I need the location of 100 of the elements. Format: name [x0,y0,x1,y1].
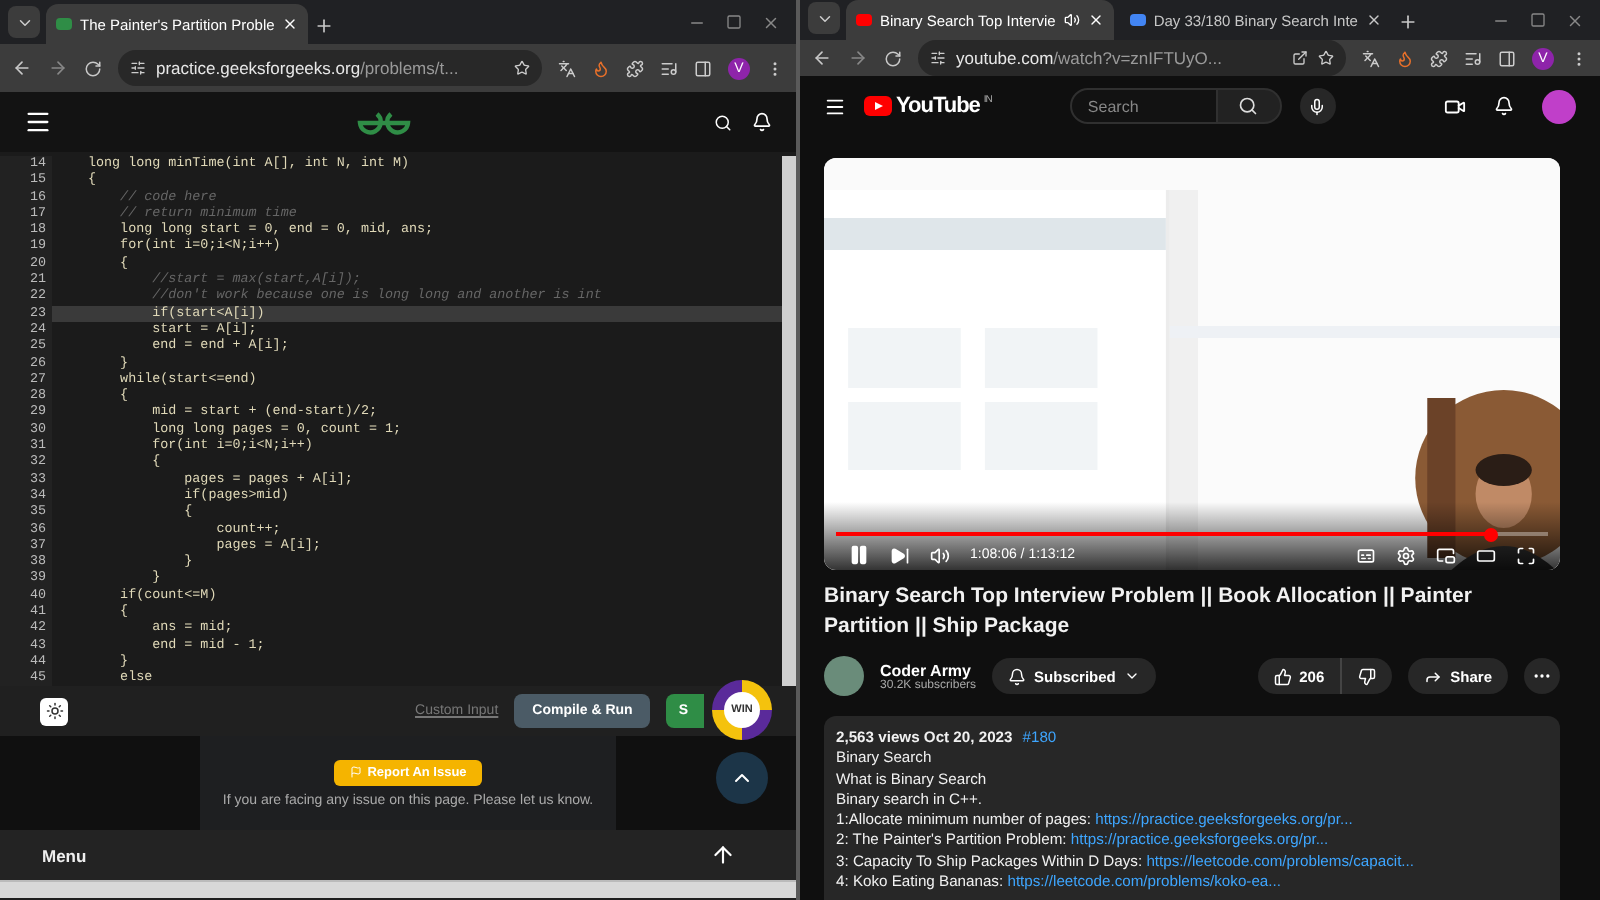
search-button[interactable] [1217,88,1282,124]
volume-button[interactable] [930,545,950,565]
media-list-icon[interactable] [660,59,678,77]
reload-button[interactable] [84,59,102,77]
theater-mode-button[interactable] [1476,545,1496,565]
miniplayer-button[interactable] [1436,545,1456,565]
bookmark-star-icon[interactable] [1318,50,1334,66]
reload-icon [884,49,902,67]
new-tab-button[interactable] [1397,12,1418,32]
theme-toggle-button[interactable] [40,697,68,725]
channel-name[interactable]: Coder Army [880,661,977,679]
new-tab-button[interactable] [314,16,335,36]
bookmark-star-icon[interactable] [514,60,530,76]
pause-icon [848,544,870,566]
menu-icon [824,95,846,117]
sun-icon [45,702,63,720]
forward-button[interactable] [848,48,868,68]
pause-button[interactable] [848,544,870,566]
microphone-icon [1308,97,1327,115]
back-to-top-button[interactable] [710,842,736,868]
site-info-icon[interactable] [130,60,146,76]
reload-button[interactable] [884,49,902,67]
flag-icon [349,766,362,778]
back-button[interactable] [12,58,32,78]
menu-button[interactable] [24,108,52,136]
scrollbar[interactable] [782,156,796,686]
bell-icon [1494,96,1514,116]
search-field[interactable]: Search [1069,88,1218,124]
search-icon [714,113,732,131]
forward-button[interactable] [48,58,68,78]
open-in-app-icon[interactable] [1292,50,1308,66]
reload-icon [84,59,102,77]
address-field[interactable]: youtube.com/watch?v=znIFTUyO... [918,40,1346,76]
plus-icon [1397,12,1418,32]
close-icon[interactable] [1365,12,1382,28]
captions-icon [1356,545,1376,565]
arrow-right-icon [48,58,68,78]
arrow-left-icon [12,58,32,78]
menu-button[interactable] [824,95,846,117]
logo-icon[interactable] [353,108,413,136]
thumbs-up-icon [1273,667,1292,685]
favicon [856,14,872,26]
close-icon[interactable] [1566,11,1584,29]
plus-icon [314,16,335,36]
tab-search-button[interactable] [8,6,40,38]
menu-label[interactable]: Menu [42,845,87,865]
more-button[interactable] [1524,658,1560,694]
rectangle-icon [1476,545,1496,565]
notifications-button[interactable] [752,112,772,132]
bell-icon [1008,667,1027,685]
play-logo-icon [864,96,892,116]
extensions-icon[interactable] [626,59,644,77]
back-button[interactable] [812,48,832,68]
flame-icon[interactable] [1396,49,1414,67]
flame-icon[interactable] [592,59,610,77]
tab-search-button[interactable] [808,2,840,34]
close-icon[interactable] [282,16,299,32]
chevron-down-icon [1123,668,1140,684]
gear-icon [1396,545,1416,565]
translate-icon[interactable] [1362,49,1380,67]
fullscreen-icon [1516,545,1536,565]
arrow-right-icon [848,48,868,68]
fullscreen-button[interactable] [1516,545,1536,565]
create-button[interactable] [1444,95,1466,117]
account-avatar[interactable] [1542,89,1576,123]
favicon [1129,14,1146,26]
speaker-icon[interactable] [1063,12,1080,28]
speaker-icon [930,545,950,565]
camera-icon [1444,95,1466,117]
search-icon [1238,96,1259,116]
address-field[interactable]: practice.geeksforgeeks.org/problems/t... [118,50,542,86]
miniplayer-icon [1436,545,1456,565]
scrollbar[interactable] [0,880,796,898]
next-button[interactable] [890,545,910,565]
logo-text: YouTube [896,94,980,118]
favicon [56,18,72,30]
close-icon[interactable] [1087,12,1104,28]
thumbs-down-icon [1358,667,1377,685]
site-info-icon[interactable] [930,50,946,66]
close-icon[interactable] [762,13,780,31]
share-icon [1424,667,1443,685]
captions-button[interactable] [1356,545,1376,565]
arrow-up-icon [710,842,736,868]
channel-avatar[interactable] [824,656,864,696]
translate-icon[interactable] [558,59,576,77]
maximize-icon[interactable] [726,13,742,29]
menu-icon [24,108,52,136]
media-list-icon[interactable] [1464,49,1482,67]
side-panel-icon[interactable] [1498,49,1516,67]
voice-search-button[interactable] [1299,88,1336,124]
code-editor[interactable] [0,152,796,686]
extensions-icon[interactable] [1430,49,1448,67]
arrow-left-icon [812,48,832,68]
settings-button[interactable] [1396,545,1416,565]
skip-forward-icon [890,545,910,565]
maximize-icon[interactable] [1530,11,1546,27]
side-panel-icon[interactable] [694,59,712,77]
bell-icon [752,112,772,132]
video-title: Binary Search Top Interview Problem || Book Allocation || Painter Partition || Ship Package [824,582,1474,642]
notifications-button[interactable] [1494,96,1514,116]
